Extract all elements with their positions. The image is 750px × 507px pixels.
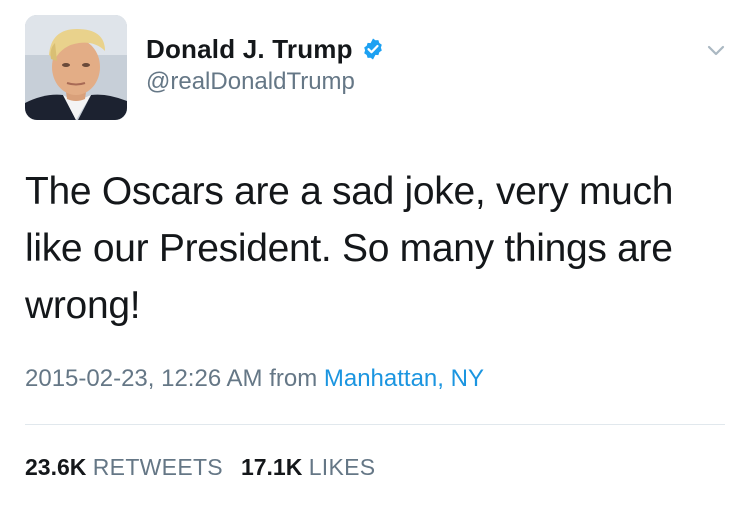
avatar[interactable] bbox=[25, 15, 127, 120]
user-handle[interactable]: @realDonaldTrump bbox=[146, 68, 355, 96]
tweet-timestamp[interactable]: 2015-02-23, 12:26 AM bbox=[25, 365, 263, 392]
likes-stat[interactable]: 17.1K LIKES bbox=[241, 454, 375, 481]
tweet-text: The Oscars are a sad joke, very much lik… bbox=[25, 170, 674, 327]
tweet-meta: 2015-02-23, 12:26 AM from Manhattan, NY bbox=[25, 365, 484, 393]
tweet-card: Donald J. Trump @realDonaldTrump The Osc… bbox=[0, 0, 750, 507]
retweets-label: RETWEETS bbox=[92, 454, 223, 480]
chevron-down-icon[interactable] bbox=[702, 36, 730, 64]
tweet-stats: 23.6K RETWEETS 17.1K LIKES bbox=[25, 454, 375, 481]
user-name-row: Donald J. Trump bbox=[146, 32, 385, 66]
verified-badge-icon bbox=[361, 37, 385, 61]
retweets-stat[interactable]: 23.6K RETWEETS bbox=[25, 454, 223, 481]
retweets-count: 23.6K bbox=[25, 454, 87, 480]
likes-label: LIKES bbox=[308, 454, 376, 480]
profile-photo-icon bbox=[25, 15, 127, 120]
divider bbox=[25, 424, 725, 425]
tweet-location[interactable]: Manhattan, NY bbox=[324, 365, 484, 392]
display-name[interactable]: Donald J. Trump bbox=[146, 34, 353, 65]
from-label: from bbox=[269, 365, 318, 392]
likes-count: 17.1K bbox=[240, 454, 303, 480]
